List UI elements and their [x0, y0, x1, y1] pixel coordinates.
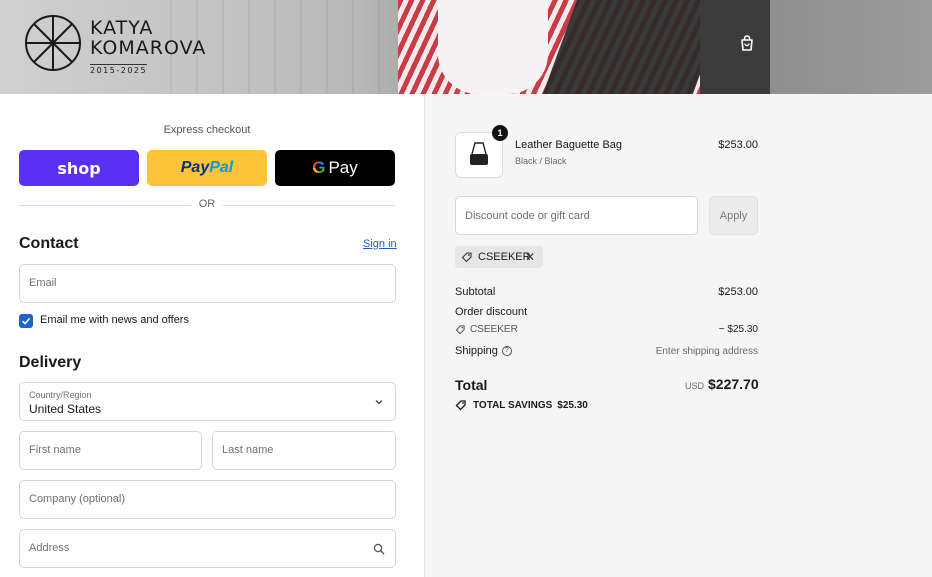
or-label: OR [198, 198, 216, 210]
contact-title: Contact [19, 235, 79, 252]
address-field[interactable]: Address [19, 529, 396, 568]
checkout-form: Express checkout shop Pay Pal G Pay OR Co… [0, 94, 424, 577]
brand-name: KATYA KOMAROVA 2015-2025 [90, 18, 206, 77]
product-name: Leather Baguette Bag [515, 139, 623, 151]
checkmark-icon [21, 317, 31, 325]
shopping-bag-icon[interactable] [738, 34, 756, 52]
applied-discount-chip: CSEEKER ✕ [455, 246, 543, 268]
divider-line-right [223, 205, 395, 206]
banner-shirt [438, 0, 548, 94]
brand-years: 2015-2025 [90, 64, 148, 75]
google-pay-label: Pay [328, 158, 358, 177]
paypal-label-part1: Pay [180, 159, 210, 176]
google-g-icon: G [312, 158, 326, 177]
shipping-value: Enter shipping address [655, 346, 758, 357]
express-checkout-title: Express checkout [163, 124, 251, 136]
address-placeholder: Address [29, 542, 70, 554]
brand-logo[interactable]: KATYA KOMAROVA 2015-2025 [24, 14, 206, 77]
tag-icon [455, 325, 465, 335]
header-banner: KATYA KOMAROVA 2015-2025 [0, 0, 932, 94]
company-placeholder: Company (optional) [29, 493, 125, 505]
last-name-field[interactable]: Last name [212, 431, 396, 470]
discount-code-label: CSEEKER [470, 324, 518, 335]
tag-icon [455, 400, 466, 411]
paypal-label-part2: Pal [209, 159, 234, 176]
brand-line1: KATYA [90, 17, 154, 39]
newsletter-checkbox[interactable] [19, 314, 33, 328]
discount-line: CSEEKER [455, 324, 518, 335]
savings-label: TOTAL SAVINGS [473, 399, 553, 411]
banner-pillar [700, 0, 770, 94]
order-discount-label: Order discount [455, 306, 528, 318]
company-field[interactable]: Company (optional) [19, 480, 396, 519]
help-icon[interactable]: ? [501, 346, 512, 356]
first-name-placeholder: First name [29, 444, 81, 456]
last-name-placeholder: Last name [222, 444, 274, 456]
brand-logo-icon [25, 15, 81, 71]
total-currency: USD [685, 381, 705, 391]
subtotal-label: Subtotal [455, 286, 496, 298]
bag-product-icon [470, 142, 488, 165]
total-savings: TOTAL SAVINGS $25.30 [455, 399, 588, 411]
savings-value: $25.30 [557, 399, 588, 411]
first-name-field[interactable]: First name [19, 431, 202, 470]
discount-value: − $25.30 [718, 324, 758, 335]
shipping-row-label: Shipping ? [455, 345, 512, 357]
discount-code-input[interactable]: Discount code or gift card [455, 196, 698, 235]
applied-discount-code: CSEEKER [478, 251, 531, 263]
or-divider: OR [19, 198, 395, 212]
paypal-button[interactable]: Pay Pal [147, 150, 267, 186]
product-price: $253.00 [718, 139, 758, 151]
sign-in-link[interactable]: Sign in [363, 238, 397, 250]
quantity-badge: 1 [492, 125, 508, 141]
country-value: United States [29, 402, 102, 416]
order-summary: 1 Leather Baguette Bag Black / Black $25… [424, 94, 932, 577]
remove-discount-icon[interactable]: ✕ [525, 250, 535, 264]
newsletter-label[interactable]: Email me with news and offers [40, 314, 189, 326]
discount-placeholder: Discount code or gift card [465, 210, 590, 222]
total-label: Total [455, 377, 488, 393]
total-value: $227.70 [708, 376, 759, 392]
country-select[interactable]: Country/Region United States [19, 382, 396, 421]
product-variant: Black / Black [515, 156, 567, 166]
subtotal-value: $253.00 [718, 286, 758, 298]
chevron-down-icon [375, 400, 383, 405]
search-icon[interactable] [373, 543, 385, 555]
apply-discount-button[interactable]: Apply [709, 196, 758, 235]
email-field[interactable]: Email [19, 264, 396, 303]
tag-icon [461, 252, 472, 263]
brand-line2: KOMAROVA [90, 37, 207, 59]
delivery-title: Delivery [19, 354, 82, 371]
shipping-label: Shipping [455, 345, 498, 357]
email-placeholder: Email [29, 277, 57, 289]
shop-pay-label: shop [57, 158, 101, 178]
shop-pay-button[interactable]: shop [19, 150, 139, 186]
country-label: Country/Region [29, 390, 92, 400]
google-pay-button[interactable]: G Pay [275, 150, 395, 186]
